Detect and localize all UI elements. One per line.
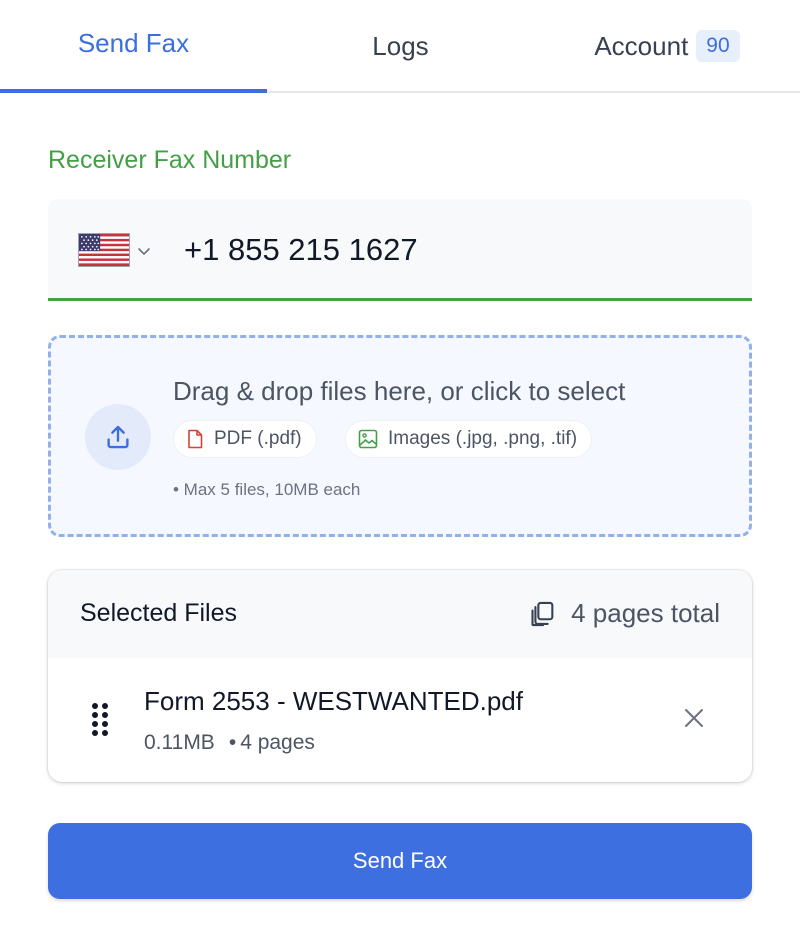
file-size: 0.11MB (144, 731, 215, 754)
receiver-fax-label: Receiver Fax Number (48, 146, 292, 174)
fax-number-input[interactable] (184, 221, 724, 279)
pdf-format-label: PDF (.pdf) (214, 428, 302, 449)
send-fax-button[interactable]: Send Fax (48, 823, 752, 899)
file-name: Form 2553 - WESTWANTED.pdf (144, 686, 523, 716)
meta-separator: • (228, 731, 237, 754)
pages-total: 4 pages total (529, 598, 720, 629)
upload-icon (107, 425, 129, 449)
remove-file-close-icon[interactable] (682, 706, 706, 730)
fax-number-field (48, 199, 752, 301)
us-flag-icon[interactable] (78, 233, 130, 267)
file-limit-note: • Max 5 files, 10MB each (173, 480, 361, 499)
selected-files-title: Selected Files (80, 599, 238, 627)
file-dropzone[interactable]: Drag & drop files here, or click to sele… (48, 335, 752, 537)
tab-send-fax[interactable]: Send Fax (0, 0, 267, 93)
selected-files-header: Selected Files 4 pages total (48, 570, 752, 658)
tab-logs-label: Logs (372, 30, 429, 61)
pdf-file-icon (188, 429, 203, 449)
pages-total-label: 4 pages total (571, 598, 720, 628)
image-format-chip: Images (.jpg, .png, .tif) (345, 420, 593, 458)
tab-send-fax-label: Send Fax (77, 27, 190, 58)
active-tab-indicator (0, 89, 267, 93)
tab-logs[interactable]: Logs (267, 0, 534, 92)
file-list-item: Form 2553 - WESTWANTED.pdf 0.11MB • 4 page… (48, 658, 752, 782)
account-credit-badge: 90 (696, 30, 740, 62)
file-pages: 4 pages (240, 731, 315, 754)
image-file-icon (358, 429, 378, 449)
chevron-down-icon[interactable] (136, 243, 152, 259)
dropzone-title: Drag & drop files here, or click to sele… (173, 376, 626, 406)
drag-handle-icon[interactable] (90, 702, 110, 736)
copy-pages-icon (531, 601, 554, 626)
upload-icon-wrapper (85, 404, 151, 470)
file-meta: 0.11MB • 4 pages (144, 731, 315, 755)
tab-account-label: Account (594, 30, 689, 61)
tab-account[interactable]: Account 90 (534, 0, 800, 92)
tab-bar: Send Fax Logs Account 90 (0, 0, 800, 93)
image-format-label: Images (.jpg, .png, .tif) (388, 428, 578, 449)
selected-files-card: Selected Files 4 pages total Form 2553 -… (48, 570, 752, 782)
pdf-format-chip: PDF (.pdf) (173, 420, 317, 458)
